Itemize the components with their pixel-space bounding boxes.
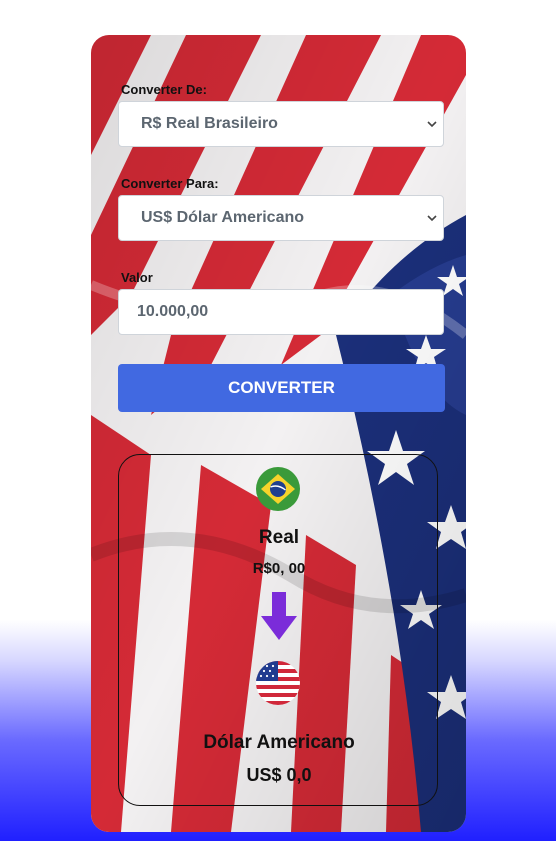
amount-input[interactable]: 10.000,00 bbox=[118, 289, 444, 335]
to-currency-label: Converter Para: bbox=[121, 176, 219, 191]
convert-button[interactable]: CONVERTER bbox=[118, 364, 445, 412]
usa-flag-icon bbox=[256, 661, 300, 705]
result-panel: Real R$0, 00 Dólar Americano US$ 0,0 bbox=[118, 454, 438, 806]
from-currency-value: R$ Real Brasileiro bbox=[141, 115, 278, 132]
brazil-flag-icon bbox=[256, 467, 300, 511]
from-currency-select[interactable]: R$ Real Brasileiro bbox=[118, 101, 444, 147]
to-currency-name: Dólar Americano bbox=[203, 732, 355, 753]
amount-value: 10.000,00 bbox=[137, 303, 209, 320]
from-currency-label: Converter De: bbox=[121, 82, 207, 97]
to-currency-value: US$ Dólar Americano bbox=[141, 209, 305, 226]
amount-label: Valor bbox=[121, 270, 153, 285]
to-currency-select[interactable]: US$ Dólar Americano bbox=[118, 195, 444, 241]
chevron-down-icon bbox=[427, 215, 437, 222]
arrow-down-icon bbox=[261, 592, 297, 640]
converter-card: Converter De: R$ Real Brasileiro Convert… bbox=[91, 35, 466, 832]
to-currency-result: US$ 0,0 bbox=[246, 765, 312, 785]
from-currency-result: R$0, 00 bbox=[252, 560, 306, 577]
chevron-down-icon bbox=[427, 121, 437, 128]
from-currency-name: Real bbox=[258, 527, 300, 548]
